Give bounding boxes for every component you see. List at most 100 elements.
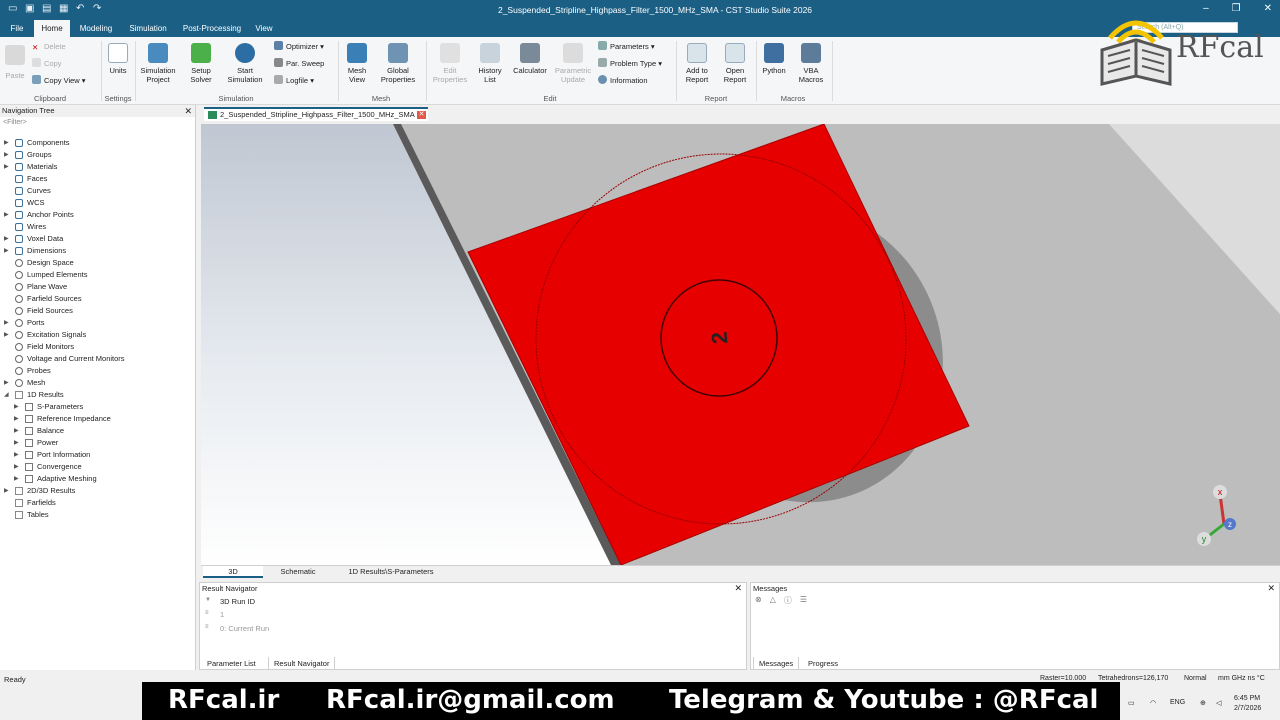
paste-button[interactable]: Paste (4, 45, 26, 80)
expand-icon[interactable]: ▶ (14, 413, 19, 425)
edit-group-label: Edit (543, 94, 557, 103)
filter-icon[interactable]: ▼ (205, 597, 211, 603)
tab-view[interactable]: View (250, 20, 278, 37)
gear-icon (15, 259, 23, 267)
3d-model-scene[interactable]: 2 (201, 124, 1280, 565)
close-icon[interactable]: ✕ (184, 105, 192, 117)
paste-icon (5, 45, 25, 65)
tree-item-label: Components (27, 138, 70, 147)
tree-item-label: Lumped Elements (27, 270, 88, 279)
logfile-button[interactable]: Logfile ▾ (274, 75, 314, 87)
expand-icon[interactable]: ▶ (4, 485, 9, 497)
tab-post-processing[interactable]: Post-Processing (178, 20, 246, 37)
info-icon (598, 75, 607, 84)
clock-date[interactable]: 2/7/2026 (1234, 705, 1261, 712)
tab-schematic[interactable]: Schematic (267, 566, 329, 578)
optimizer-button[interactable]: Optimizer ▾ (274, 41, 324, 53)
information-button[interactable]: Information (598, 75, 648, 87)
list-item[interactable]: 1 (220, 609, 224, 621)
column-header[interactable]: 3D Run ID (220, 596, 255, 608)
calculator-icon (520, 43, 540, 63)
raster-readout: Raster=10.000 (1040, 675, 1087, 682)
units-button[interactable]: Units (106, 43, 130, 75)
tree-item-label: Farfield Sources (27, 294, 82, 303)
clock-time[interactable]: 6:45 PM (1234, 695, 1260, 702)
expand-icon[interactable]: ▶ (14, 437, 19, 449)
expand-icon[interactable]: ▶ (4, 329, 9, 341)
expand-icon[interactable]: ▶ (14, 449, 19, 461)
gear-icon (15, 355, 23, 363)
python-button[interactable]: Python (760, 43, 788, 75)
start-simulation-button[interactable]: Start Simulation (224, 43, 266, 84)
setup-solver-button[interactable]: Setup Solver (184, 43, 218, 84)
expand-icon[interactable]: ▶ (4, 245, 9, 257)
tab-simulation[interactable]: Simulation (122, 20, 174, 37)
lang-indicator[interactable]: ENG (1170, 699, 1185, 706)
tree-item-label: 1D Results (27, 390, 64, 399)
edit-properties-button[interactable]: Edit Properties (430, 43, 470, 84)
collapse-icon[interactable]: ◢ (4, 389, 9, 401)
parametric-update-button[interactable]: Parametric Update (552, 43, 594, 84)
vba-macros-button[interactable]: VBA Macros (794, 43, 828, 84)
expand-icon[interactable]: ▶ (14, 473, 19, 485)
tab-progress[interactable]: Progress (803, 657, 843, 670)
tab-messages[interactable]: Messages (753, 657, 800, 670)
tab-3d[interactable]: 3D (203, 566, 263, 578)
close-tab-icon[interactable]: ✕ (417, 111, 426, 119)
tree-item-label: Mesh (27, 378, 46, 387)
tab-file[interactable]: File (4, 20, 30, 37)
gear-icon (15, 331, 23, 339)
global-properties-button[interactable]: Global Properties (376, 43, 420, 84)
expand-icon[interactable]: ▶ (4, 233, 9, 245)
tab-modeling[interactable]: Modeling (74, 20, 118, 37)
tab-home[interactable]: Home (34, 20, 70, 37)
calculator-button[interactable]: Calculator (510, 43, 550, 75)
info-filter-icon[interactable]: ⓘ (784, 595, 792, 606)
mesh-view-button[interactable]: Mesh View (342, 43, 372, 84)
problem-type-button[interactable]: Problem Type ▾ (598, 58, 662, 70)
expand-icon[interactable]: ▶ (4, 137, 9, 149)
expand-icon[interactable]: ▶ (4, 317, 9, 329)
expand-icon[interactable]: ▶ (14, 425, 19, 437)
expand-icon[interactable]: ▶ (4, 209, 9, 221)
simulation-project-button[interactable]: Simulation Project (138, 43, 178, 84)
list-item[interactable]: 0: Current Run (220, 623, 269, 635)
close-icon[interactable]: ✕ (734, 583, 742, 594)
folder-icon (25, 451, 33, 459)
3d-viewport[interactable]: 2 (201, 124, 1280, 565)
error-filter-icon[interactable]: ⊗ (755, 595, 762, 606)
divider (101, 41, 102, 101)
add-to-report-button[interactable]: Add to Report (680, 43, 714, 84)
tab-result-navigator[interactable]: Result Navigator (268, 657, 336, 670)
warning-filter-icon[interactable]: △ (770, 595, 776, 606)
parameters-button[interactable]: Parameters ▾ (598, 41, 655, 53)
gear-icon (15, 367, 23, 375)
copy-button[interactable]: Copy (32, 58, 62, 70)
volume-icon[interactable]: ◁ (1216, 699, 1221, 707)
simulation-group-label: Simulation (218, 94, 254, 103)
filter-input[interactable]: <Filter> (0, 117, 195, 129)
delete-button[interactable]: ✕ Delete (32, 41, 66, 53)
tab-parameter-list[interactable]: Parameter List (202, 657, 261, 670)
close-icon[interactable]: ✕ (1267, 583, 1275, 594)
expand-icon[interactable]: ▶ (14, 401, 19, 413)
history-list-button[interactable]: History List (474, 43, 506, 84)
tab-1d-results[interactable]: 1D Results\S-Parameters (335, 566, 447, 578)
par-sweep-button[interactable]: Par. Sweep (274, 58, 324, 70)
mode-readout[interactable]: Normal (1184, 675, 1207, 682)
expand-icon[interactable]: ▶ (14, 461, 19, 473)
python-icon (764, 43, 784, 63)
tree-item-label: Faces (27, 174, 48, 183)
divider (832, 41, 833, 101)
expand-icon[interactable]: ▶ (4, 377, 9, 389)
copy-view-button[interactable]: Copy View ▾ (32, 75, 86, 87)
list-icon[interactable]: ☰ (800, 595, 807, 606)
document-tab[interactable]: 2_Suspended_Stripline_Highpass_Filter_15… (204, 107, 428, 121)
monitor-icon[interactable]: ▭ (1128, 699, 1135, 707)
open-report-button[interactable]: Open Report (718, 43, 752, 84)
expand-icon[interactable]: ▶ (4, 161, 9, 173)
expand-icon[interactable]: ▶ (4, 149, 9, 161)
globe-icon[interactable]: ⊕ (1200, 699, 1206, 707)
units-readout[interactable]: mm GHz ns °C (1218, 675, 1265, 682)
wifi-icon[interactable]: ◠ (1150, 699, 1156, 707)
